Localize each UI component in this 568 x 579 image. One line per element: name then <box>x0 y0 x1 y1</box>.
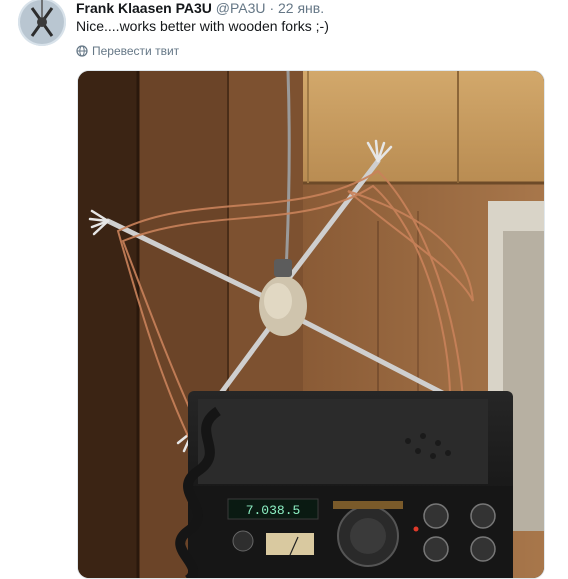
separator-dot: · <box>269 0 275 16</box>
avatar-image <box>18 0 66 46</box>
tweet[interactable]: Frank Klaasen PA3U @PA3U · 22 янв. Nice.… <box>0 0 568 579</box>
translate-tweet-label: Перевести твит <box>92 44 180 58</box>
fork-antenna-photo: 7.038.5 <box>78 71 544 578</box>
tweet-text: Nice....works better with wooden forks ;… <box>76 18 329 34</box>
timestamp-link[interactable]: 22 янв. <box>278 0 324 16</box>
author-handle[interactable]: @PA3U <box>216 0 266 16</box>
radio-frequency-display: 7.038.5 <box>246 503 301 518</box>
tweet-header: Frank Klaasen PA3U @PA3U · 22 янв. <box>76 0 324 17</box>
avatar[interactable] <box>18 0 66 46</box>
author-name[interactable]: Frank Klaasen PA3U <box>76 0 212 16</box>
globe-icon <box>76 45 88 57</box>
tweet-photo[interactable]: 7.038.5 <box>77 70 545 579</box>
translate-tweet-button[interactable]: Перевести твит <box>76 43 179 59</box>
